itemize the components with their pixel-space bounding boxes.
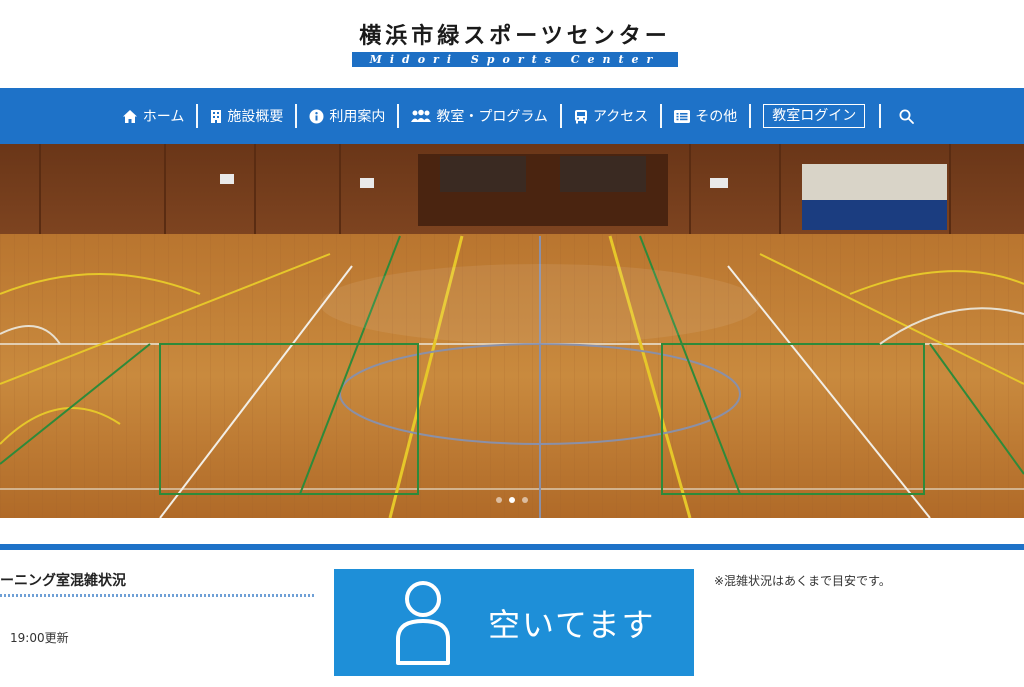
- logo-title-en: Midori Sports Center: [352, 52, 678, 67]
- slider-dot[interactable]: [522, 497, 528, 503]
- nav-divider: [660, 104, 663, 128]
- nav-label: アクセス: [592, 109, 649, 125]
- slider-dots: [496, 497, 528, 503]
- home-icon: [122, 109, 137, 123]
- site-logo[interactable]: 横浜市緑スポーツセンター Midori Sports Center: [352, 22, 678, 68]
- nav-item-login-wrap: 教室ログイン: [751, 104, 879, 128]
- main-nav: ホーム 施設概要 利用案内 教室・プログラム アクセス その他 教室ログイン: [0, 88, 1024, 144]
- nav-item-facility[interactable]: 施設概要: [198, 104, 295, 128]
- title-underline: [0, 594, 316, 597]
- list-icon: [674, 109, 691, 123]
- vacancy-status-panel: 空いてます: [334, 569, 694, 676]
- people-icon: [411, 109, 432, 122]
- class-login-button[interactable]: 教室ログイン: [763, 104, 866, 128]
- info-icon: [309, 109, 324, 123]
- nav-divider: [295, 104, 298, 128]
- nav-item-guide[interactable]: 利用案内: [297, 104, 397, 128]
- nav-item-programs[interactable]: 教室・プログラム: [399, 104, 560, 128]
- person-icon: [396, 580, 450, 665]
- gym-floor-image: [0, 144, 1024, 518]
- nav-label: ホーム: [142, 109, 185, 125]
- nav-item-other[interactable]: その他: [662, 104, 749, 128]
- search-button[interactable]: [881, 104, 915, 128]
- nav-label: 利用案内: [329, 109, 386, 125]
- section-divider: [0, 544, 1024, 550]
- hero-slider[interactable]: [0, 144, 1024, 518]
- nav-label: 施設概要: [227, 109, 284, 125]
- updated-time: 19:00更新: [10, 631, 69, 645]
- nav-divider: [196, 104, 199, 128]
- nav-divider: [749, 104, 752, 128]
- search-icon: [899, 109, 915, 124]
- nav-item-home[interactable]: ホーム: [110, 104, 197, 128]
- nav-divider: [397, 104, 400, 128]
- logo-title-jp: 横浜市緑スポーツセンター: [359, 23, 671, 49]
- nav-label: 教室・プログラム: [436, 109, 548, 125]
- slider-dot-active[interactable]: [509, 497, 515, 503]
- nav-item-access[interactable]: アクセス: [562, 104, 660, 128]
- nav-divider: [879, 104, 882, 128]
- congestion-note: ※混雑状況はあくまで目安です。: [714, 574, 891, 588]
- nav-label: その他: [695, 109, 738, 125]
- slider-dot[interactable]: [496, 497, 502, 503]
- congestion-title: ーニング室混雑状況: [0, 573, 126, 589]
- bus-icon: [574, 109, 587, 123]
- vacancy-label: 空いてます: [488, 605, 656, 644]
- nav-divider: [559, 104, 562, 128]
- building-icon: [211, 109, 222, 123]
